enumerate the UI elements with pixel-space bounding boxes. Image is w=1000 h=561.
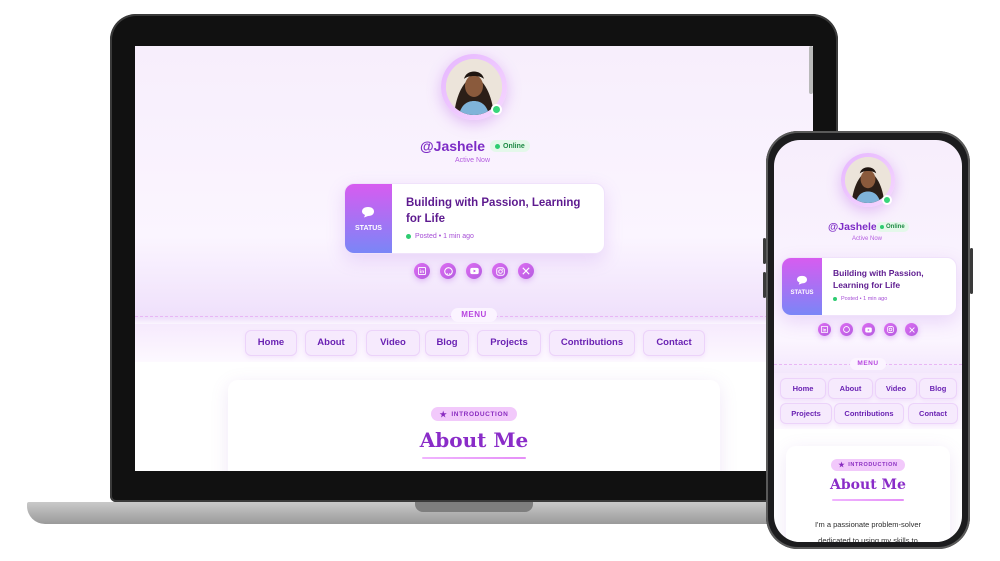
nav-home[interactable]: Home [245, 330, 297, 356]
chat-bubble-icon [797, 275, 807, 285]
linkedin-icon[interactable]: in [818, 323, 831, 336]
nav-projects[interactable]: Projects [780, 403, 832, 424]
status-side-panel: STATUS [782, 258, 822, 315]
nav-blog[interactable]: Blog [425, 330, 469, 356]
status-online-dot [406, 234, 411, 239]
profile-handle: @Jashele [420, 138, 486, 154]
nav-blog[interactable]: Blog [919, 378, 957, 399]
introduction-label: INTRODUCTION [848, 462, 898, 468]
nav-home[interactable]: Home [780, 378, 826, 399]
about-title: About Me [830, 477, 906, 493]
profile-handle: @Jashele [828, 221, 877, 233]
menu-label: MENU [850, 358, 886, 370]
nav-video[interactable]: Video [366, 330, 420, 356]
phone-volume-button [763, 238, 766, 264]
instagram-icon[interactable] [492, 263, 508, 279]
phone-volume-button-2 [763, 272, 766, 298]
x-icon[interactable] [905, 323, 918, 336]
online-badge-label: Online [886, 224, 905, 230]
introduction-label: INTRODUCTION [451, 410, 509, 418]
instagram-icon[interactable] [884, 323, 897, 336]
active-now-label: Active Now [852, 236, 883, 242]
status-title: Building with Passion, Learning for Life [406, 197, 581, 225]
svg-text:in: in [420, 269, 424, 275]
nav-video[interactable]: Video [875, 378, 917, 399]
nav-about[interactable]: About [828, 378, 873, 399]
online-status-dot [491, 104, 502, 115]
online-badge: Online [876, 222, 909, 232]
introduction-pill: ★ INTRODUCTION [431, 407, 517, 421]
phone-side-button [970, 248, 973, 294]
nav-projects[interactable]: Projects [477, 330, 541, 356]
status-online-dot [833, 297, 837, 301]
online-badge: Online [490, 140, 530, 152]
phone-screen: @Jashele Online Active Now STATUS Buildi… [774, 140, 962, 542]
about-title: About Me [419, 428, 529, 452]
laptop-notch [415, 502, 533, 512]
online-badge-dot [495, 143, 500, 149]
laptop-scrollbar[interactable] [809, 46, 813, 94]
status-card[interactable]: STATUS Building with Passion, Learning f… [781, 257, 957, 316]
status-side-label: STATUS [355, 225, 382, 232]
online-badge-label: Online [503, 142, 525, 150]
active-now-label: Active Now [455, 157, 491, 164]
status-posted-label: Posted • 1 min ago [841, 296, 888, 302]
x-icon[interactable] [518, 263, 534, 279]
status-side-label: STATUS [790, 290, 814, 296]
introduction-pill: ★ INTRODUCTION [831, 459, 905, 471]
github-icon[interactable] [440, 263, 456, 279]
status-posted-time: Posted • 1 min ago [833, 296, 887, 302]
about-title-underline [422, 457, 526, 459]
status-posted-label: Posted • 1 min ago [415, 233, 474, 240]
online-status-dot [882, 195, 892, 205]
about-title-underline [832, 499, 904, 501]
star-icon: ★ [838, 462, 846, 469]
laptop-screen: @Jashele Online Active Now STATUS Buildi… [135, 46, 813, 471]
online-badge-dot [880, 225, 884, 229]
status-title: Building with Passion, Learning for Life [833, 268, 924, 290]
youtube-icon[interactable] [862, 323, 875, 336]
nav-band [135, 324, 813, 362]
nav-contributions[interactable]: Contributions [834, 403, 904, 424]
linkedin-icon[interactable]: in [414, 263, 430, 279]
about-text: I'm a passionate problem-solver dedicate… [814, 520, 922, 542]
nav-contact[interactable]: Contact [908, 403, 958, 424]
svg-text:in: in [823, 327, 827, 332]
nav-contact[interactable]: Contact [643, 330, 705, 356]
nav-about[interactable]: About [305, 330, 357, 356]
youtube-icon[interactable] [466, 263, 482, 279]
status-posted-time: Posted • 1 min ago [406, 233, 474, 240]
status-card[interactable]: STATUS Building with Passion, Learning f… [344, 183, 605, 254]
status-side-panel: STATUS [345, 184, 392, 253]
nav-contributions[interactable]: Contributions [549, 330, 635, 356]
menu-label: MENU [451, 308, 497, 322]
chat-bubble-icon [362, 207, 374, 218]
github-icon[interactable] [840, 323, 853, 336]
star-icon: ★ [439, 409, 448, 419]
